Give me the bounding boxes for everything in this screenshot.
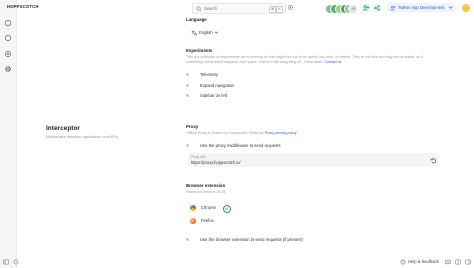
browser-extension-title: Browser extension: [186, 183, 226, 188]
chevron-down-icon: [448, 5, 453, 10]
proxy-toggle-label: Use the proxy middleware to send request…: [200, 143, 281, 148]
proxy-description-text: Official Proxy is hosted by Hoppscotch. …: [186, 131, 264, 135]
proxy-title: Proxy: [186, 124, 199, 129]
help-icon: [400, 259, 406, 265]
language-value: English: [199, 30, 213, 35]
proxy-url-field[interactable]: Proxy URL: [188, 153, 438, 167]
search-box[interactable]: ⌘ K: [192, 3, 286, 14]
top-header: HOPPSCOTCH ⌘ K +5 Twitter App Developmen…: [0, 0, 474, 15]
graphql-icon[interactable]: [4, 34, 12, 42]
experiments-description: This is a collection of experiments we'r…: [186, 55, 438, 65]
user-avatar[interactable]: [462, 3, 470, 12]
extension-toggle-label: Use the browser extension to send reques…: [200, 237, 303, 242]
sidebar-toggle-icon[interactable]: [3, 259, 9, 265]
translate-icon: [191, 30, 197, 36]
sidebar-on-left-toggle[interactable]: [186, 94, 189, 97]
language-select[interactable]: English: [189, 28, 221, 37]
contact-us-link[interactable]: Contact us: [324, 60, 341, 64]
search-input[interactable]: [204, 4, 264, 13]
proxy-description: Official Proxy is hosted by Hoppscotch. …: [186, 131, 297, 135]
interceptor-title: Interceptor: [46, 125, 80, 132]
interceptor-subtitle: Middleware between application and APIs.: [46, 134, 120, 139]
rest-icon[interactable]: [4, 19, 12, 27]
help-feedback-label: Help & feedback: [408, 259, 439, 264]
proxy-toggle[interactable]: [186, 144, 189, 147]
proxy-url-label: Proxy URL: [191, 154, 207, 159]
share-icon[interactable]: [373, 3, 381, 12]
firefox-label[interactable]: Firefox: [201, 218, 214, 223]
layout-icon[interactable]: [455, 259, 461, 265]
app-logo[interactable]: HOPPSCOTCH: [7, 4, 39, 9]
users-icon: [390, 5, 396, 11]
shortcut-key: ⌘: [269, 5, 276, 13]
chevron-down-icon: [214, 30, 219, 35]
telemetry-toggle[interactable]: [186, 73, 189, 76]
language-title: Language: [186, 17, 207, 22]
sidebar-on-left-label: Sidebar on left: [200, 93, 228, 98]
shortcuts-icon[interactable]: [445, 259, 451, 265]
shortcut-key: K: [276, 5, 283, 13]
extension-toggle[interactable]: [186, 238, 189, 241]
settings-icon[interactable]: [4, 65, 12, 73]
gear-icon[interactable]: [287, 4, 294, 11]
workspace-selector[interactable]: Twitter App Development: [387, 3, 455, 12]
proxy-url-input[interactable]: [191, 159, 421, 166]
chrome-icon: [190, 205, 196, 211]
invite-member-button[interactable]: [362, 3, 370, 12]
firefox-icon: [190, 218, 196, 224]
avatar-count[interactable]: +5: [348, 3, 358, 14]
expand-navigation-toggle[interactable]: [186, 84, 189, 87]
info-icon[interactable]: [13, 259, 19, 265]
panel-icon[interactable]: [465, 259, 471, 265]
reset-icon[interactable]: [430, 157, 437, 164]
telemetry-label: Telemetry: [200, 72, 219, 77]
realtime-icon[interactable]: [4, 50, 12, 58]
workspace-name: Twitter App Development: [398, 5, 445, 10]
extension-version: Extension Version: v0.25: [186, 190, 226, 194]
check-icon: [223, 205, 231, 213]
chrome-label[interactable]: Chrome: [201, 205, 216, 210]
expand-navigation-label: Expand navigation: [200, 83, 235, 88]
search-icon: [196, 6, 202, 12]
proxy-privacy-link[interactable]: Proxy privacy policy: [265, 131, 297, 135]
experiments-description-text: This is a collection of experiments we'r…: [186, 55, 423, 64]
experiments-title: Experiments: [186, 48, 213, 53]
left-rail: [0, 0, 17, 268]
